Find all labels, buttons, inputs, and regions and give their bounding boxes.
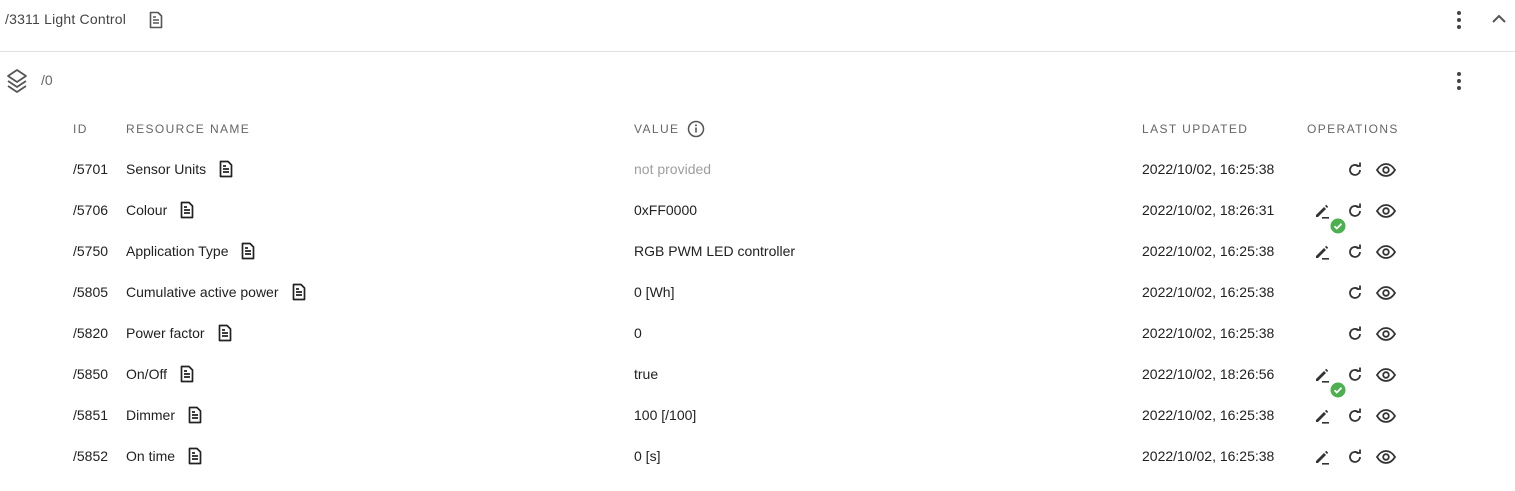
last-updated: 2022/10/02, 16:25:38 <box>1142 284 1275 300</box>
read-refresh-icon[interactable] <box>1346 366 1364 384</box>
observe-eye-icon[interactable] <box>1375 284 1397 302</box>
description-icon[interactable] <box>216 159 236 179</box>
read-refresh-icon[interactable] <box>1346 325 1364 343</box>
header-divider <box>0 51 1515 52</box>
resource-value: 0 <box>634 325 642 341</box>
table-row: /5820 Power factor 0 2022/10/02, 16:25:38 <box>0 313 1515 354</box>
resource-id: /5851 <box>73 407 109 423</box>
table-row: /5750 Application Type RGB PWM LED control… <box>0 231 1515 272</box>
observe-eye-icon[interactable] <box>1375 407 1397 425</box>
description-icon[interactable] <box>215 323 235 343</box>
object-title: /3311 Light Control <box>5 11 127 27</box>
resource-name: Dimmer <box>126 407 175 423</box>
description-icon[interactable] <box>146 10 166 30</box>
last-updated: 2022/10/02, 16:25:38 <box>1142 325 1275 341</box>
read-refresh-icon[interactable] <box>1346 407 1364 425</box>
info-icon[interactable] <box>687 120 705 138</box>
resource-id: /5701 <box>73 161 109 177</box>
column-header-operations: OPERATIONS <box>1307 122 1399 136</box>
last-updated: 2022/10/02, 16:25:38 <box>1142 407 1275 423</box>
last-updated: 2022/10/02, 18:26:31 <box>1142 202 1275 218</box>
description-icon[interactable] <box>238 241 258 261</box>
description-icon[interactable] <box>185 446 205 466</box>
instance-more-vert-icon[interactable] <box>1449 70 1469 92</box>
resource-id: /5820 <box>73 325 109 341</box>
resource-id: /5706 <box>73 202 109 218</box>
table-row: /5706 Colour 0xFF0000 2022/10/02, 18:26:31 <box>0 190 1515 234</box>
column-header-last-updated: LAST UPDATED <box>1142 122 1249 136</box>
observe-eye-icon[interactable] <box>1375 366 1397 384</box>
write-edit-icon[interactable] <box>1313 243 1331 261</box>
resource-value: 0 [Wh] <box>634 284 675 300</box>
read-refresh-icon[interactable] <box>1346 243 1364 261</box>
resource-name: Application Type <box>126 243 229 259</box>
observe-eye-icon[interactable] <box>1375 243 1397 261</box>
last-updated: 2022/10/02, 16:25:38 <box>1142 448 1275 464</box>
resource-id: /5852 <box>73 448 109 464</box>
resource-name: Cumulative active power <box>126 284 279 300</box>
column-header-id: ID <box>73 122 88 136</box>
observe-eye-icon[interactable] <box>1375 202 1397 220</box>
table-row: /5851 Dimmer 100 [/100] 2022/10/02, 16:25:3… <box>0 395 1515 436</box>
last-updated: 2022/10/02, 18:26:56 <box>1142 366 1275 382</box>
observe-eye-icon[interactable] <box>1375 161 1397 179</box>
read-refresh-icon[interactable] <box>1346 161 1364 179</box>
description-icon[interactable] <box>289 282 309 302</box>
write-edit-icon[interactable] <box>1313 448 1331 466</box>
description-icon[interactable] <box>185 405 205 425</box>
table-row: /5852 On time 0 [s] 2022/10/02, 16:25:38 <box>0 436 1515 477</box>
resource-name: Power factor <box>126 325 205 341</box>
resource-id: /5805 <box>73 284 109 300</box>
table-row: /5850 On/Off true 2022/10/02, 18:26:56 <box>0 354 1515 398</box>
write-edit-icon[interactable] <box>1313 407 1331 425</box>
read-refresh-icon[interactable] <box>1346 448 1364 466</box>
resource-value: not provided <box>634 161 712 177</box>
resource-value: 0xFF0000 <box>634 202 698 218</box>
resource-value: 100 [/100] <box>634 407 697 423</box>
resource-id: /5750 <box>73 243 109 259</box>
resource-name: Sensor Units <box>126 161 207 177</box>
last-updated: 2022/10/02, 16:25:38 <box>1142 161 1275 177</box>
resource-name: On time <box>126 448 176 464</box>
description-icon[interactable] <box>177 200 197 220</box>
column-header-value: VALUE <box>634 122 680 136</box>
observe-eye-icon[interactable] <box>1375 325 1397 343</box>
resource-id: /5850 <box>73 366 109 382</box>
last-updated: 2022/10/02, 16:25:38 <box>1142 243 1275 259</box>
read-refresh-icon[interactable] <box>1346 202 1364 220</box>
resource-value: RGB PWM LED controller <box>634 243 796 259</box>
observe-eye-icon[interactable] <box>1375 448 1397 466</box>
read-refresh-icon[interactable] <box>1346 284 1364 302</box>
resource-name: Colour <box>126 202 168 218</box>
layers-icon <box>6 68 28 94</box>
write-edit-icon[interactable] <box>1313 202 1331 220</box>
chevron-up-icon[interactable] <box>1489 9 1509 29</box>
instance-label: /0 <box>41 72 53 88</box>
more-vert-icon[interactable] <box>1449 9 1469 31</box>
column-header-name: RESOURCE NAME <box>126 122 251 136</box>
resource-name: On/Off <box>126 366 167 382</box>
table-row: /5701 Sensor Units not provided 2022/10/02,… <box>0 149 1515 190</box>
description-icon[interactable] <box>177 364 197 384</box>
resource-value: true <box>634 366 659 382</box>
table-row: /5805 Cumulative active power 0 [Wh] 2022/1… <box>0 272 1515 313</box>
write-edit-icon[interactable] <box>1313 366 1331 384</box>
resource-value: 0 [s] <box>634 448 661 464</box>
